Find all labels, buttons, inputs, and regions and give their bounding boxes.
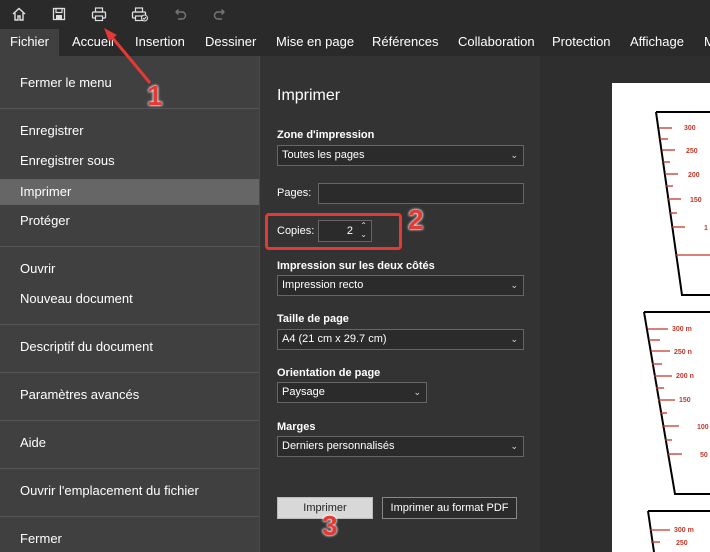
menu-divider <box>0 324 259 325</box>
scale-label: 200 <box>688 172 700 179</box>
chevron-down-icon: ⌄ <box>510 334 518 344</box>
print-title: Imprimer <box>277 87 341 104</box>
menu-divider <box>0 468 259 469</box>
app-window: Fichier Accueil Insertion Dessiner Mise … <box>0 0 710 552</box>
duplex-label: Impression sur les deux côtés <box>277 260 435 272</box>
page-size-select[interactable]: A4 (21 cm x 29.7 cm) ⌄ <box>277 329 524 350</box>
orientation-label: Orientation de page <box>277 367 381 379</box>
print-pdf-button[interactable]: Imprimer au format PDF <box>382 497 517 519</box>
menu-new-document[interactable]: Nouveau document <box>0 286 259 312</box>
margins-label: Marges <box>277 421 316 433</box>
chevron-down-icon: ⌄ <box>510 150 518 160</box>
tab-fichier[interactable]: Fichier <box>0 29 60 56</box>
menu-print[interactable]: Imprimer <box>0 179 259 205</box>
preview-page: 300 250 200 150 1 300 m 250 n 200 n 150 … <box>612 83 710 552</box>
tab-protection[interactable]: Protection <box>542 29 621 56</box>
menu-divider <box>0 108 259 109</box>
ribbon-tabs: Fichier Accueil Insertion Dessiner Mise … <box>0 29 710 56</box>
menu-save[interactable]: Enregistrer <box>0 118 259 144</box>
scale-label: 250 <box>676 540 688 547</box>
print-zone-label: Zone d'impression <box>277 129 375 141</box>
annotation-step-3: 3 <box>322 510 338 541</box>
menu-protect[interactable]: Protéger <box>0 208 259 234</box>
menu-document-info[interactable]: Descriptif du document <box>0 334 259 360</box>
preview-page-content: 300 250 200 150 1 300 m 250 n 200 n 150 … <box>643 111 710 552</box>
home-icon[interactable] <box>7 3 31 25</box>
menu-help[interactable]: Aide <box>0 430 259 456</box>
redo-icon[interactable] <box>208 3 232 25</box>
scale-label: 300 m <box>674 527 694 534</box>
menu-close-menu[interactable]: Fermer le menu <box>0 70 259 96</box>
undo-icon[interactable] <box>168 3 192 25</box>
menu-divider <box>0 420 259 421</box>
scale-label: 300 m <box>672 326 692 333</box>
annotation-step-2: 2 <box>408 204 424 235</box>
menu-divider <box>0 372 259 373</box>
tab-dessiner[interactable]: Dessiner <box>195 29 266 56</box>
scale-label: 100 <box>697 424 709 431</box>
scale-label: 150 <box>690 197 702 204</box>
tab-affichage[interactable]: Affichage <box>620 29 694 56</box>
scale-label: 50 <box>700 452 708 459</box>
file-menu: Fermer le menu Enregistrer Enregistrer s… <box>0 56 259 552</box>
print-icon[interactable] <box>87 3 111 25</box>
scale-label: 1 <box>704 225 708 232</box>
margins-select[interactable]: Derniers personnalisés ⌄ <box>277 436 524 457</box>
print-preview-icon[interactable] <box>128 3 152 25</box>
page-size-label: Taille de page <box>277 313 349 325</box>
menu-close[interactable]: Fermer <box>0 526 259 552</box>
orientation-select[interactable]: Paysage ⌄ <box>277 382 427 403</box>
print-zone-select[interactable]: Toutes les pages ⌄ <box>277 145 524 166</box>
menu-divider <box>0 246 259 247</box>
scale-label: 300 <box>684 125 696 132</box>
scale-label: 250 n <box>674 349 692 356</box>
pages-label: Pages: <box>277 187 312 199</box>
chevron-down-icon: ⌄ <box>510 280 518 290</box>
menu-open-file-location[interactable]: Ouvrir l'emplacement du fichier <box>0 478 259 504</box>
margins-value: Derniers personnalisés <box>282 440 395 452</box>
annotation-step-1: 1 <box>147 80 163 111</box>
duplex-select[interactable]: Impression recto ⌄ <box>277 275 524 296</box>
menu-open[interactable]: Ouvrir <box>0 256 259 282</box>
print-zone-value: Toutes les pages <box>282 149 365 161</box>
menu-save-as[interactable]: Enregistrer sous <box>0 148 259 174</box>
save-icon[interactable] <box>47 3 71 25</box>
chevron-down-icon: ⌄ <box>413 387 421 397</box>
chevron-down-icon: ⌄ <box>510 441 518 451</box>
tab-more[interactable]: M <box>694 29 710 56</box>
page-size-value: A4 (21 cm x 29.7 cm) <box>282 333 387 345</box>
tab-collaboration[interactable]: Collaboration <box>448 29 545 56</box>
tab-mise-en-page[interactable]: Mise en page <box>266 29 364 56</box>
tab-accueil[interactable]: Accueil <box>62 29 124 56</box>
menu-divider <box>0 516 259 517</box>
scale-label: 250 <box>686 148 698 155</box>
tab-references[interactable]: Références <box>362 29 448 56</box>
pages-input[interactable] <box>318 183 524 204</box>
print-panel: Imprimer Zone d'impression Toutes les pa… <box>259 56 540 552</box>
duplex-value: Impression recto <box>282 279 364 291</box>
scale-label: 150 <box>679 397 691 404</box>
orientation-value: Paysage <box>282 386 325 398</box>
menu-advanced-settings[interactable]: Paramètres avancés <box>0 382 259 408</box>
tab-insertion[interactable]: Insertion <box>125 29 195 56</box>
annotation-highlight-box <box>265 213 402 250</box>
quick-access-toolbar <box>0 0 710 29</box>
print-preview: 300 250 200 150 1 300 m 250 n 200 n 150 … <box>540 56 710 552</box>
scale-label: 200 n <box>676 373 694 380</box>
